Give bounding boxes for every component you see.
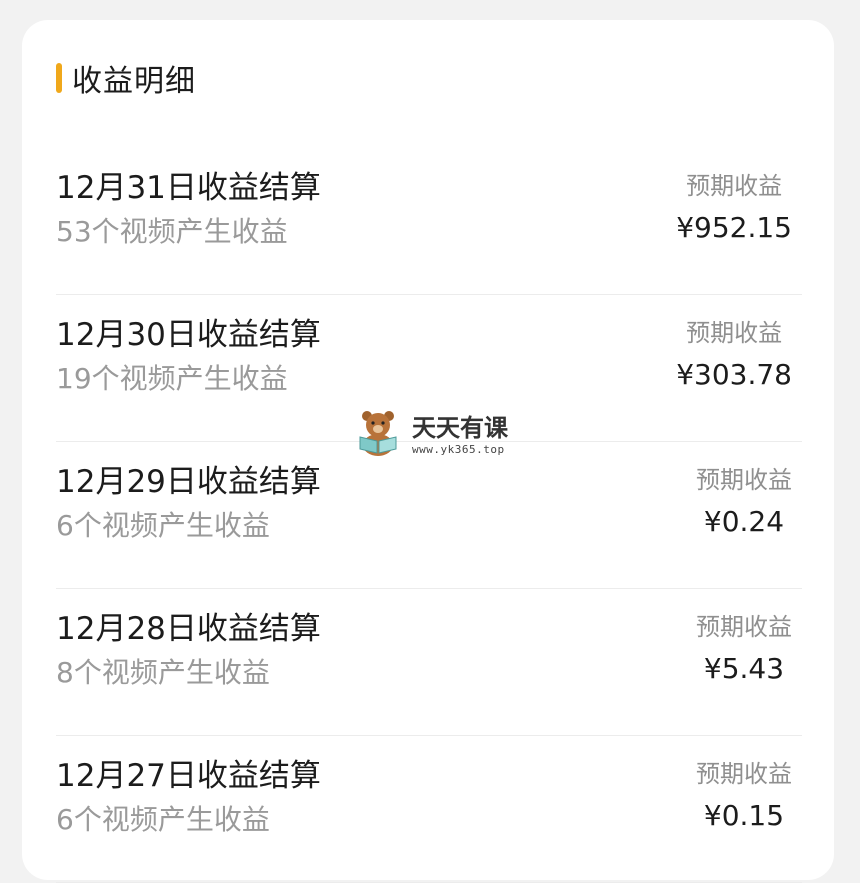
expected-earnings-label: 预期收益: [696, 613, 792, 641]
video-count-text: 53个视频产生收益: [56, 215, 288, 248]
video-count-text: 6个视频产生收益: [56, 803, 270, 836]
expected-earnings: 预期收益 ¥0.24: [696, 460, 792, 538]
video-count-text: 19个视频产生收益: [56, 362, 288, 395]
list-item[interactable]: 12月28日收益结算 8个视频产生收益 预期收益 ¥5.43: [56, 589, 802, 736]
expected-earnings-amount: ¥5.43: [703, 652, 785, 685]
expected-earnings-amount: ¥303.78: [676, 358, 792, 391]
accent-bar: [56, 63, 62, 93]
expected-earnings-label: 预期收益: [686, 172, 783, 200]
watermark-title: 天天有课: [412, 414, 508, 442]
settlement-title: 12月29日收益结算: [56, 464, 321, 500]
earnings-list: 12月31日收益结算 53个视频产生收益 预期收益 ¥952.15 12月30日…: [56, 148, 802, 883]
expected-earnings-amount: ¥0.15: [703, 799, 785, 832]
settlement-title: 12月30日收益结算: [56, 317, 321, 353]
section-title: 收益明细: [72, 64, 196, 99]
expected-earnings: 预期收益 ¥303.78: [676, 313, 792, 391]
settlement-title: 12月28日收益结算: [56, 611, 321, 647]
watermark-url: www.yk365.top: [412, 443, 505, 456]
list-item[interactable]: 12月27日收益结算 6个视频产生收益 预期收益 ¥0.15: [56, 736, 802, 883]
expected-earnings-amount: ¥0.24: [703, 505, 785, 538]
expected-earnings-amount: ¥952.15: [676, 211, 792, 244]
expected-earnings-label: 预期收益: [696, 760, 792, 788]
video-count-text: 8个视频产生收益: [56, 656, 270, 689]
video-count-text: 6个视频产生收益: [56, 509, 270, 542]
expected-earnings: 预期收益 ¥0.15: [696, 754, 792, 832]
expected-earnings: 预期收益 ¥5.43: [696, 607, 792, 685]
list-item[interactable]: 12月31日收益结算 53个视频产生收益 预期收益 ¥952.15: [56, 148, 802, 295]
settlement-title: 12月27日收益结算: [56, 758, 321, 794]
settlement-title: 12月31日收益结算: [56, 170, 321, 206]
bear-logo-icon: [359, 411, 397, 456]
expected-earnings-label: 预期收益: [686, 319, 783, 347]
expected-earnings-label: 预期收益: [696, 466, 792, 494]
list-item[interactable]: 12月29日收益结算 6个视频产生收益 预期收益 ¥0.24: [56, 442, 802, 589]
expected-earnings: 预期收益 ¥952.15: [676, 166, 792, 244]
section-header: 收益明细: [56, 58, 196, 99]
watermark: 天天有课 www.yk365.top: [354, 404, 534, 460]
